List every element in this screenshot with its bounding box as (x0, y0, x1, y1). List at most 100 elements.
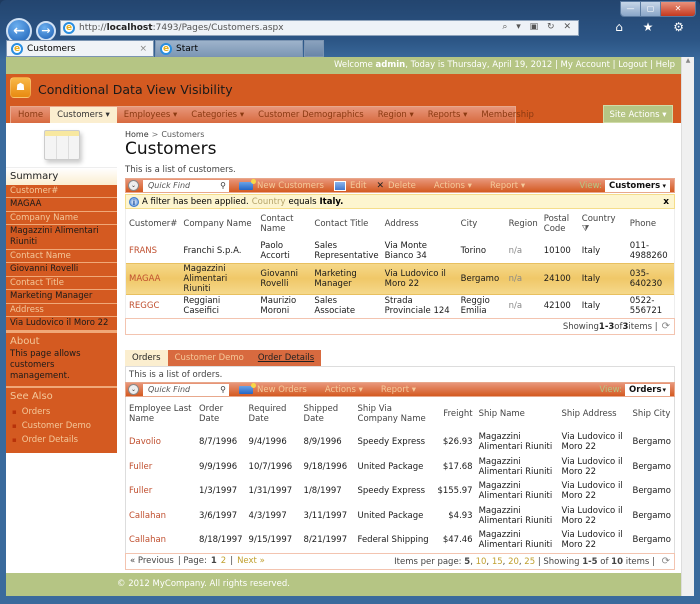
welcome-text: Welcome (333, 60, 376, 70)
column-header[interactable]: Contact Title (311, 209, 381, 239)
view-dropdown[interactable]: Customers (605, 180, 670, 192)
per-page-15[interactable]: 15 (492, 557, 503, 567)
tab-customer-demo[interactable]: Customer Demo (167, 350, 251, 366)
breadcrumb-home[interactable]: Home (125, 130, 149, 139)
column-header[interactable]: Ship Address (559, 397, 630, 430)
column-header[interactable]: Customer# (126, 209, 180, 239)
my-account-link[interactable]: My Account (561, 60, 610, 70)
orders-report-menu[interactable]: Report ▾ (381, 385, 416, 395)
refresh-icon[interactable]: ⟳ (662, 556, 670, 567)
column-header[interactable]: Postal Code (541, 209, 579, 239)
column-header[interactable]: Shipped Date (301, 397, 355, 430)
table-row[interactable]: Fuller 9/9/1996 10/7/1996 9/18/1996 United P… (126, 455, 674, 480)
page-2-link[interactable]: 2 (221, 556, 226, 566)
column-header[interactable]: Ship Name (476, 397, 559, 430)
orders-quick-find-input[interactable]: Quick Find ⚲ (143, 383, 229, 396)
menu-reports[interactable]: Reports ▾ (421, 107, 475, 123)
column-header[interactable]: Region (506, 209, 541, 239)
menu-employees[interactable]: Employees ▾ (117, 107, 185, 123)
filter-value: Italy. (319, 196, 344, 207)
row-link-cell[interactable]: Callahan (126, 504, 196, 529)
column-header[interactable]: Phone (627, 209, 674, 239)
row-link-cell[interactable]: Fuller (126, 455, 196, 480)
address-bar[interactable]: e http://localhost:7493/Pages/Customers.… (60, 20, 579, 36)
menu-customer-demographics[interactable]: Customer Demographics (251, 107, 371, 123)
menu-categories[interactable]: Categories ▾ (184, 107, 251, 123)
scroll-up-icon[interactable]: ▲ (682, 57, 694, 64)
quick-find-input[interactable]: Quick Find ⚲ (143, 179, 229, 192)
clear-filter-button[interactable]: x (663, 197, 669, 207)
address-tools-icons[interactable]: ⌕ ▾ ▣ ↻ ✕ (502, 22, 574, 32)
row-link-cell[interactable]: FRANS (126, 239, 180, 263)
maximize-button[interactable]: ▢ (641, 2, 661, 16)
table-row[interactable]: Davolio 8/7/1996 9/4/1996 8/9/1996 Speedy Ex… (126, 430, 674, 455)
table-row[interactable]: Fuller 1/3/1997 1/31/1997 1/8/1997 Speedy Ex… (126, 479, 674, 504)
new-tab-button[interactable] (304, 40, 324, 57)
column-header[interactable]: Country ⧩ (579, 209, 627, 239)
logout-link[interactable]: Logout (618, 60, 647, 70)
column-header[interactable]: Contact Name (257, 209, 311, 239)
browser-tab-start[interactable]: e Start (155, 40, 303, 57)
table-row[interactable]: Callahan 8/18/1997 9/15/1997 8/21/1997 Feder… (126, 528, 674, 553)
row-link-cell[interactable]: Fuller (126, 479, 196, 504)
toggle-actions-icon[interactable]: ⌄ (128, 180, 139, 191)
browser-tab-customers[interactable]: e Customers × (6, 40, 154, 57)
menu-customers[interactable]: Customers ▾ (50, 107, 117, 123)
search-icon[interactable]: ⚲ (220, 384, 226, 396)
edit-button[interactable]: Edit (333, 180, 366, 191)
table-cell: United Package (357, 510, 424, 521)
table-row[interactable]: MAGAA Magazzini Alimentari Riuniti Giovann… (126, 262, 674, 295)
site-actions-button[interactable]: Site Actions ▾ (603, 105, 673, 123)
toggle-actions-icon[interactable]: ⌄ (128, 384, 139, 395)
minimize-button[interactable]: — (621, 2, 641, 16)
close-tab-icon[interactable]: × (139, 44, 147, 54)
summary-value: Giovanni Rovelli (6, 263, 117, 277)
filter-field[interactable]: Country (252, 197, 286, 207)
table-row[interactable]: REGGC Reggiani Caseifici Maurizio Moroni Sa… (126, 294, 674, 318)
column-header[interactable]: Employee Last Name (126, 397, 196, 430)
forward-button[interactable]: → (36, 21, 56, 41)
per-page-20[interactable]: 20 (508, 557, 519, 567)
vertical-scrollbar[interactable]: ▲ (681, 57, 694, 596)
table-cell: 10/7/1996 (248, 461, 293, 472)
search-icon[interactable]: ⚲ (220, 180, 226, 192)
refresh-icon[interactable]: ⟳ (662, 321, 670, 332)
see-also-order-details-link[interactable]: Order Details (6, 433, 117, 447)
column-header[interactable]: Ship City (630, 397, 675, 430)
row-link-cell[interactable]: REGGC (126, 294, 180, 318)
menu-region[interactable]: Region ▾ (371, 107, 421, 123)
orders-view-dropdown[interactable]: Orders (625, 384, 670, 396)
orders-actions-menu[interactable]: Actions ▾ (325, 385, 363, 395)
tab-order-details[interactable]: Order Details (250, 350, 322, 366)
delete-button[interactable]: ✕ Delete (376, 181, 415, 191)
close-window-button[interactable]: ✕ (661, 2, 695, 16)
per-page-10[interactable]: 10 (476, 557, 487, 567)
help-link[interactable]: Help (656, 60, 675, 70)
report-menu[interactable]: Report ▾ (490, 181, 525, 191)
see-also-orders-link[interactable]: Orders (6, 405, 117, 419)
see-also-customer-demo-link[interactable]: Customer Demo (6, 419, 117, 433)
home-favorites-settings-icons[interactable]: ⌂ ★ ⚙ (615, 20, 692, 34)
previous-page-link[interactable]: « Previous (130, 556, 174, 566)
next-page-link[interactable]: Next » (237, 556, 265, 566)
filter-funnel-icon[interactable]: ⧩ (582, 224, 590, 234)
column-header[interactable]: Address (382, 209, 458, 239)
column-header[interactable]: Ship Via Company Name (355, 397, 435, 430)
new-orders-button[interactable]: New Orders (239, 382, 307, 395)
column-header[interactable]: Freight (434, 397, 475, 430)
table-row[interactable]: Callahan 3/6/1997 4/3/1997 3/11/1997 United … (126, 504, 674, 529)
row-link-cell[interactable]: Callahan (126, 528, 196, 553)
per-page-25[interactable]: 25 (524, 557, 535, 567)
column-header[interactable]: Company Name (180, 209, 257, 239)
new-customers-button[interactable]: New Customers (239, 178, 324, 191)
column-header[interactable]: Required Date (246, 397, 301, 430)
row-link-cell[interactable]: MAGAA (126, 262, 181, 295)
table-row[interactable]: FRANS Franchi S.p.A. Paolo Accorti Sales Re… (126, 239, 674, 263)
menu-membership[interactable]: Membership (474, 107, 541, 123)
actions-menu[interactable]: Actions ▾ (434, 181, 472, 191)
row-link-cell[interactable]: Davolio (126, 430, 196, 455)
column-header[interactable]: Order Date (196, 397, 246, 430)
menu-home[interactable]: Home (11, 107, 50, 123)
tab-orders[interactable]: Orders (125, 350, 168, 366)
column-header[interactable]: City (458, 209, 506, 239)
